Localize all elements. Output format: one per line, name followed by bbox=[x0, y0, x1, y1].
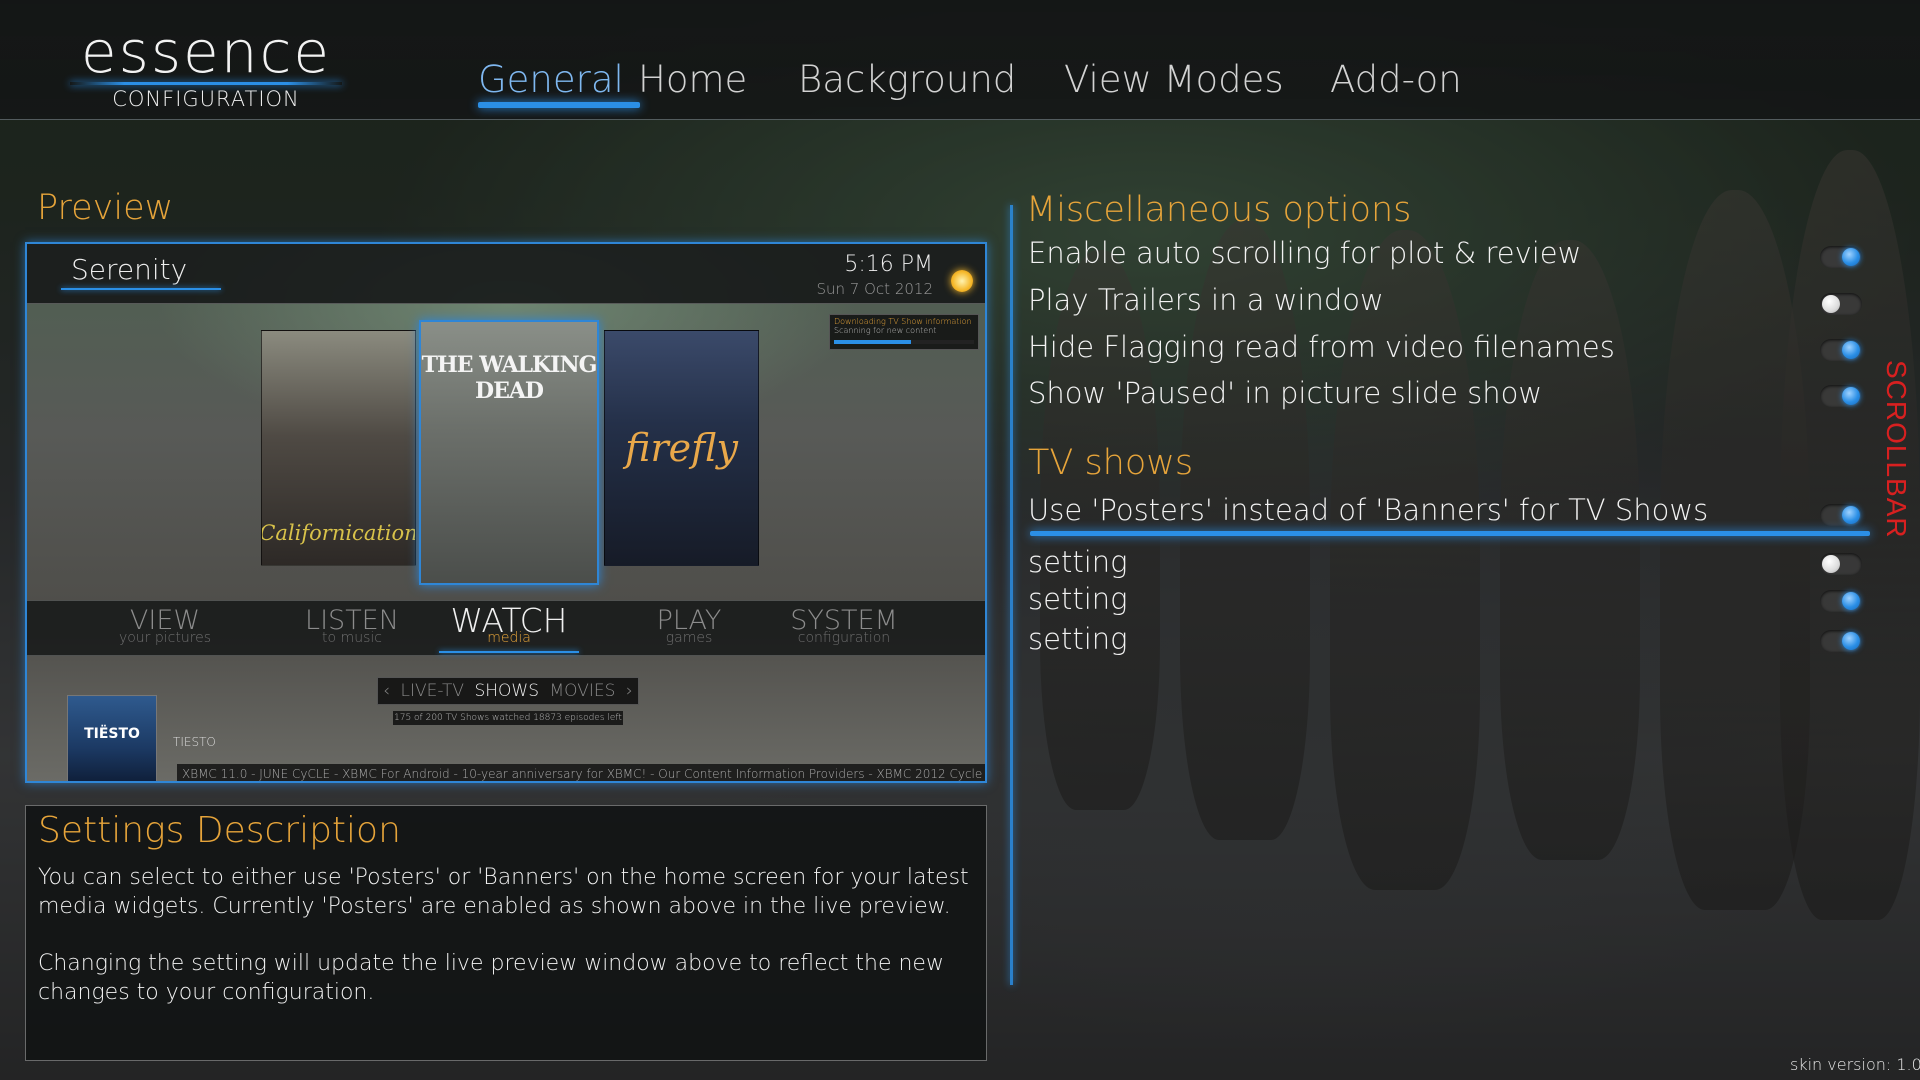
toggle-knob bbox=[1842, 506, 1860, 524]
logo-subtitle: CONFIGURATION bbox=[112, 87, 300, 111]
description-paragraph: You can select to either use 'Posters' o… bbox=[38, 865, 969, 919]
description-paragraph: Changing the setting will update the liv… bbox=[38, 951, 944, 1005]
download-progress-box: Downloading TV Show information Scanning… bbox=[829, 314, 979, 350]
toggle-auto-scrolling[interactable] bbox=[1820, 246, 1862, 268]
menu-play-sublabel: games bbox=[665, 630, 713, 646]
scrollbar-annotation: SCROLLBAR bbox=[1881, 360, 1912, 539]
settings-description-title: Settings Description bbox=[38, 810, 401, 851]
preview-item-title: Serenity bbox=[71, 253, 188, 286]
option-setting[interactable]: setting bbox=[1028, 545, 1128, 579]
poster-title: firefly bbox=[625, 426, 738, 470]
logo-title: essence bbox=[80, 18, 332, 86]
preview-heading: Preview bbox=[37, 188, 174, 228]
menu-play[interactable]: PLAY games bbox=[639, 607, 739, 646]
misc-options-heading: Miscellaneous options bbox=[1026, 190, 1412, 230]
poster-title: Californication bbox=[261, 521, 416, 545]
option-trailers-window[interactable]: Play Trailers in a window bbox=[1028, 283, 1384, 317]
menu-system[interactable]: SYSTEM configuration bbox=[779, 607, 909, 646]
option-show-paused[interactable]: Show 'Paused' in picture slide show bbox=[1028, 376, 1542, 410]
tab-background[interactable]: Background bbox=[798, 58, 1016, 101]
tab-add-on[interactable]: Add-on bbox=[1330, 58, 1462, 101]
vertical-divider bbox=[1010, 205, 1013, 985]
logo: essence CONFIGURATION bbox=[66, 22, 346, 111]
album-label: TIESTO bbox=[173, 735, 216, 749]
live-preview: Serenity 5:16 PM Sun 7 Oct 2012 Download… bbox=[25, 242, 987, 783]
preview-main-menu: VIEW your pictures LISTEN to music WATCH… bbox=[27, 600, 985, 656]
toggle-setting[interactable] bbox=[1820, 590, 1862, 612]
chevron-right-icon[interactable]: › bbox=[626, 681, 633, 701]
album-art-text: TIËSTO bbox=[84, 726, 140, 742]
settings-description-panel: Settings Description You can select to e… bbox=[25, 805, 987, 1061]
submenu-live-tv[interactable]: LIVE-TV bbox=[401, 681, 464, 701]
preview-clock: 5:16 PM bbox=[844, 252, 933, 277]
submenu-shows[interactable]: SHOWS bbox=[474, 681, 539, 701]
toggle-knob bbox=[1842, 592, 1860, 610]
option-hide-flagging[interactable]: Hide Flagging read from video filenames bbox=[1028, 330, 1615, 364]
tab-view-modes[interactable]: View Modes bbox=[1064, 58, 1284, 101]
toggle-setting[interactable] bbox=[1820, 553, 1862, 575]
weather-sun-icon bbox=[951, 270, 973, 292]
toggle-knob bbox=[1842, 387, 1860, 405]
preview-top-bar: Serenity 5:16 PM Sun 7 Oct 2012 bbox=[27, 244, 985, 304]
poster-walking-dead[interactable]: THE WALKING DEAD bbox=[419, 320, 599, 585]
menu-active-underline bbox=[439, 651, 579, 653]
header-bar: essence CONFIGURATION General Home Backg… bbox=[0, 0, 1920, 120]
toggle-knob bbox=[1842, 632, 1860, 650]
news-ticker: XBMC 11.0 - JUNE CyCLE - XBMC For Androi… bbox=[177, 764, 985, 781]
tab-general[interactable]: General bbox=[478, 58, 624, 101]
menu-view[interactable]: VIEW your pictures bbox=[105, 607, 225, 646]
menu-listen[interactable]: LISTEN to music bbox=[297, 607, 407, 646]
toggle-knob bbox=[1842, 341, 1860, 359]
preview-date: Sun 7 Oct 2012 bbox=[816, 280, 934, 298]
toggle-knob bbox=[1842, 248, 1860, 266]
tv-shows-heading: TV shows bbox=[1028, 443, 1194, 483]
watched-stats: 175 of 200 TV Shows watched 18873 episod… bbox=[393, 711, 623, 725]
option-auto-scrolling[interactable]: Enable auto scrolling for plot & review bbox=[1028, 236, 1581, 270]
option-setting[interactable]: setting bbox=[1028, 582, 1128, 616]
chevron-left-icon[interactable]: ‹ bbox=[383, 681, 390, 701]
poster-firefly[interactable]: firefly bbox=[604, 330, 759, 566]
download-progress-bar bbox=[834, 340, 974, 344]
scan-status-text: Scanning for new content bbox=[834, 326, 937, 335]
poster-title: THE WALKING DEAD bbox=[421, 352, 597, 404]
toggle-knob bbox=[1822, 295, 1840, 313]
toggle-setting[interactable] bbox=[1820, 630, 1862, 652]
focused-option-highlight bbox=[1030, 531, 1870, 536]
option-setting[interactable]: setting bbox=[1028, 622, 1128, 656]
toggle-show-paused[interactable] bbox=[1820, 385, 1862, 407]
menu-system-sublabel: configuration bbox=[797, 630, 891, 646]
menu-view-sublabel: your pictures bbox=[118, 630, 212, 646]
album-art: TIËSTO bbox=[67, 695, 157, 781]
download-status-text: Downloading TV Show information bbox=[834, 317, 972, 326]
toggle-trailers-window[interactable] bbox=[1820, 293, 1862, 315]
menu-watch[interactable]: WATCH media bbox=[437, 604, 581, 645]
submenu-movies[interactable]: MOVIES bbox=[550, 681, 616, 701]
poster-californication[interactable]: Californication bbox=[261, 330, 416, 566]
skin-version: skin version: 1.0 bbox=[1790, 1055, 1920, 1074]
toggle-hide-flagging[interactable] bbox=[1820, 339, 1862, 361]
preview-submenu: ‹ LIVE-TV SHOWS MOVIES › bbox=[377, 677, 639, 705]
toggle-knob bbox=[1822, 555, 1840, 573]
toggle-posters-instead-of-banners[interactable] bbox=[1820, 504, 1862, 526]
preview-title-underline bbox=[61, 288, 221, 290]
tab-home[interactable]: Home bbox=[638, 58, 747, 101]
option-posters-instead-of-banners[interactable]: Use 'Posters' instead of 'Banners' for T… bbox=[1028, 493, 1708, 527]
download-progress-fill bbox=[834, 340, 911, 344]
active-tab-indicator bbox=[478, 102, 640, 108]
